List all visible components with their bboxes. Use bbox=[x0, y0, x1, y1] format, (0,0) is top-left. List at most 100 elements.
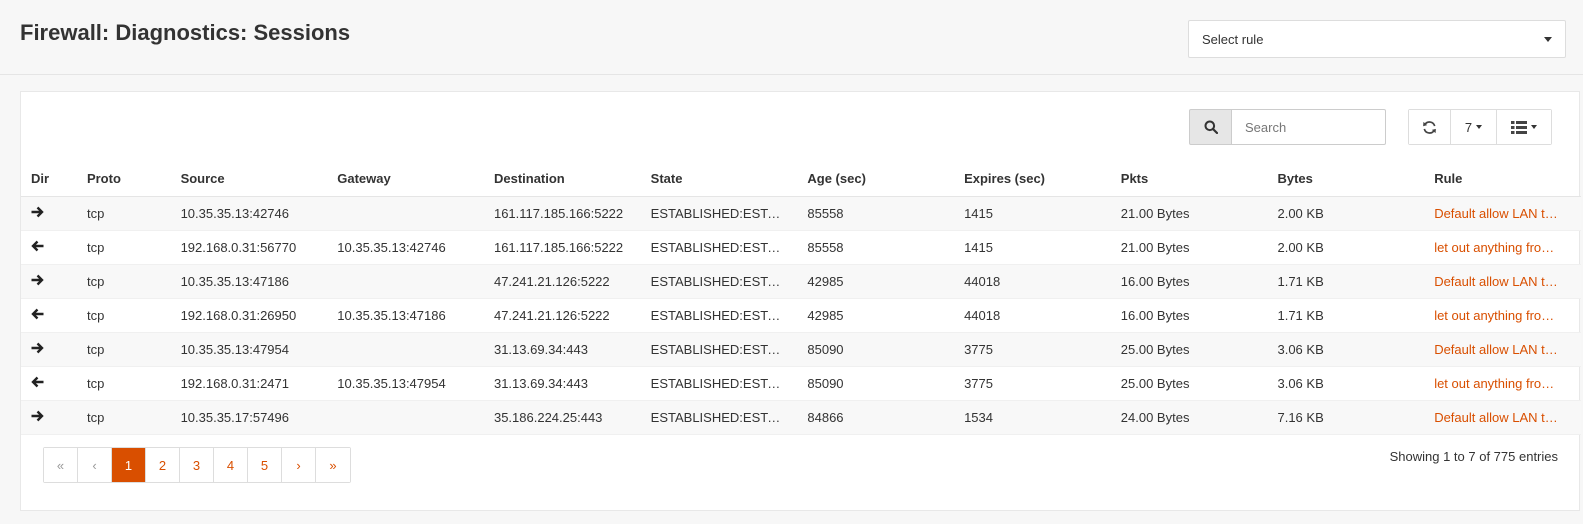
table-row: tcp 192.168.0.31:26950 10.35.35.13:47186 47… bbox=[21, 298, 1581, 333]
cell-expires: 44018 bbox=[954, 298, 1111, 333]
cell-gateway bbox=[327, 400, 484, 435]
page-1-button[interactable]: 1 bbox=[112, 448, 146, 482]
cell-rule[interactable]: Default allow LAN t… bbox=[1424, 400, 1581, 435]
cell-proto: tcp bbox=[76, 366, 171, 401]
cell-destination: 31.13.69.34:443 bbox=[483, 366, 641, 401]
cell-rule[interactable]: Default allow LAN t… bbox=[1424, 264, 1581, 299]
cell-dir bbox=[21, 298, 77, 333]
page-5-button[interactable]: 5 bbox=[248, 448, 282, 482]
cell-age: 85558 bbox=[797, 196, 955, 231]
cell-dir bbox=[21, 332, 77, 367]
cell-gateway bbox=[327, 196, 484, 231]
cell-rule[interactable]: let out anything fro… bbox=[1424, 366, 1581, 401]
cell-age: 84866 bbox=[797, 400, 955, 435]
rule-select-label: Select rule bbox=[1202, 31, 1264, 47]
cell-rule[interactable]: Default allow LAN t… bbox=[1424, 332, 1581, 367]
cell-proto: tcp bbox=[76, 298, 171, 333]
table-header-row: Dir Proto Source Gateway Destination Sta… bbox=[21, 162, 1581, 197]
cell-gateway: 10.35.35.13:42746 bbox=[327, 230, 484, 265]
column-header-state[interactable]: State bbox=[640, 162, 798, 197]
table-body: tcp 10.35.35.13:42746 161.117.185.166:5222… bbox=[21, 196, 1581, 435]
column-header-rule[interactable]: Rule bbox=[1424, 162, 1581, 197]
cell-age: 42985 bbox=[797, 264, 955, 299]
column-header-age[interactable]: Age (sec) bbox=[797, 162, 955, 197]
page-size-dropdown[interactable]: 7 bbox=[1451, 110, 1497, 144]
cell-age: 42985 bbox=[797, 298, 955, 333]
cell-proto: tcp bbox=[76, 230, 171, 265]
cell-gateway bbox=[327, 332, 484, 367]
cell-expires: 44018 bbox=[954, 264, 1111, 299]
cell-bytes: 2.00 KB bbox=[1267, 230, 1425, 265]
column-header-pkts[interactable]: Pkts bbox=[1110, 162, 1268, 197]
cell-bytes: 1.71 KB bbox=[1267, 298, 1425, 333]
cell-pkts: 16.00 Bytes bbox=[1110, 264, 1268, 299]
pagination: « ‹ 1 2 3 4 5 › » bbox=[43, 447, 351, 483]
arrow-left-icon bbox=[31, 376, 44, 387]
cell-bytes: 7.16 KB bbox=[1267, 400, 1425, 435]
cell-dir bbox=[21, 400, 77, 435]
first-page-button[interactable]: « bbox=[44, 448, 78, 482]
search-button[interactable] bbox=[1189, 109, 1232, 145]
arrow-right-icon bbox=[31, 342, 44, 353]
column-header-dir[interactable]: Dir bbox=[21, 162, 77, 197]
table-row: tcp 192.168.0.31:56770 10.35.35.13:42746 16… bbox=[21, 230, 1581, 265]
table-row: tcp 10.35.35.13:42746 161.117.185.166:5222… bbox=[21, 196, 1581, 231]
cell-source: 192.168.0.31:2471 bbox=[170, 366, 328, 401]
cell-state: ESTABLISHED:ESTA… bbox=[640, 230, 798, 265]
cell-gateway: 10.35.35.13:47186 bbox=[327, 298, 484, 333]
last-page-button[interactable]: » bbox=[316, 448, 350, 482]
cell-state: ESTABLISHED:ESTA… bbox=[640, 264, 798, 299]
columns-dropdown[interactable] bbox=[1497, 110, 1551, 144]
search-input[interactable] bbox=[1232, 109, 1386, 145]
entries-info: Showing 1 to 7 of 775 entries bbox=[1389, 449, 1558, 464]
rule-select[interactable]: Select rule bbox=[1188, 20, 1566, 58]
cell-source: 192.168.0.31:26950 bbox=[170, 298, 328, 333]
cell-pkts: 25.00 Bytes bbox=[1110, 332, 1268, 367]
arrow-left-icon bbox=[31, 308, 44, 319]
page-2-button[interactable]: 2 bbox=[146, 448, 180, 482]
cell-rule[interactable]: let out anything fro… bbox=[1424, 230, 1581, 265]
search-icon bbox=[1204, 120, 1218, 134]
page-4-button[interactable]: 4 bbox=[214, 448, 248, 482]
cell-pkts: 21.00 Bytes bbox=[1110, 196, 1268, 231]
cell-pkts: 16.00 Bytes bbox=[1110, 298, 1268, 333]
chevron-down-icon bbox=[1544, 36, 1552, 42]
cell-pkts: 25.00 Bytes bbox=[1110, 366, 1268, 401]
cell-state: ESTABLISHED:ESTA… bbox=[640, 400, 798, 435]
list-icon bbox=[1511, 120, 1527, 134]
chevron-down-icon bbox=[1531, 125, 1537, 129]
prev-page-button[interactable]: ‹ bbox=[78, 448, 112, 482]
column-header-proto[interactable]: Proto bbox=[76, 162, 171, 197]
cell-state: ESTABLISHED:ESTA… bbox=[640, 366, 798, 401]
cell-expires: 1415 bbox=[954, 196, 1111, 231]
cell-proto: tcp bbox=[76, 332, 171, 367]
cell-rule[interactable]: Default allow LAN t… bbox=[1424, 196, 1581, 231]
column-header-source[interactable]: Source bbox=[170, 162, 328, 197]
column-header-bytes[interactable]: Bytes bbox=[1267, 162, 1425, 197]
chevron-down-icon bbox=[1476, 125, 1483, 129]
sessions-table: Dir Proto Source Gateway Destination Sta… bbox=[21, 162, 1581, 435]
column-header-destination[interactable]: Destination bbox=[483, 162, 641, 197]
sessions-panel: 7 Dir Proto Source Ga bbox=[20, 91, 1581, 511]
cell-state: ESTABLISHED:ESTA… bbox=[640, 298, 798, 333]
cell-source: 10.35.35.17:57496 bbox=[170, 400, 328, 435]
cell-proto: tcp bbox=[76, 196, 171, 231]
cell-gateway bbox=[327, 264, 484, 299]
page-3-button[interactable]: 3 bbox=[180, 448, 214, 482]
cell-age: 85090 bbox=[797, 366, 955, 401]
cell-expires: 1415 bbox=[954, 230, 1111, 265]
refresh-button[interactable] bbox=[1409, 110, 1451, 144]
cell-bytes: 1.71 KB bbox=[1267, 264, 1425, 299]
cell-rule[interactable]: let out anything fro… bbox=[1424, 298, 1581, 333]
search-group bbox=[1189, 109, 1386, 145]
table-actions: 7 bbox=[1408, 109, 1552, 145]
cell-proto: tcp bbox=[76, 400, 171, 435]
cell-dir bbox=[21, 196, 77, 231]
next-page-button[interactable]: › bbox=[282, 448, 316, 482]
column-header-expires[interactable]: Expires (sec) bbox=[954, 162, 1111, 197]
page-title: Firewall: Diagnostics: Sessions bbox=[20, 20, 351, 45]
arrow-left-icon bbox=[31, 240, 44, 251]
cell-dir bbox=[21, 230, 77, 265]
column-header-gateway[interactable]: Gateway bbox=[327, 162, 484, 197]
cell-destination: 47.241.21.126:5222 bbox=[483, 298, 641, 333]
